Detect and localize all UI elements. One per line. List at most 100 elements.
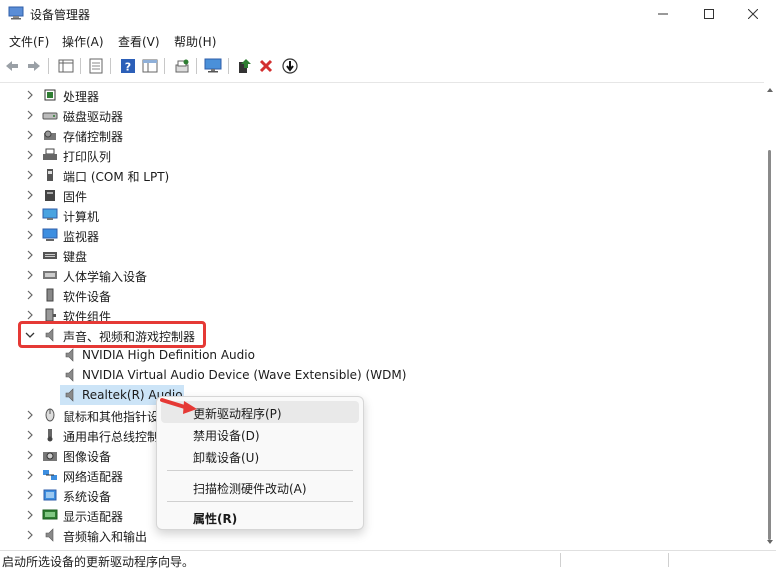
firmware-icon	[45, 190, 55, 201]
back-button[interactable]	[2, 56, 22, 76]
tree-category-item[interactable]: 图像设备	[0, 445, 764, 465]
chevron-right-icon[interactable]	[24, 289, 36, 301]
tree-category-item[interactable]: 打印队列	[0, 145, 764, 165]
toolbar-separator	[110, 58, 111, 74]
close-icon	[748, 9, 758, 19]
scan-hardware-button[interactable]	[172, 56, 192, 76]
menu-file[interactable]: 文件(F)	[9, 33, 49, 50]
window-title: 设备管理器	[30, 8, 91, 22]
tree-item-label: 网络适配器	[63, 470, 124, 484]
chevron-right-icon[interactable]	[24, 409, 36, 421]
tree-child-item[interactable]: NVIDIA High Definition Audio	[0, 345, 764, 365]
tree-category-item[interactable]: 键盘	[0, 245, 764, 265]
camera-icon	[43, 452, 57, 461]
tree-child-item[interactable]: Realtek(R) Audio	[0, 385, 764, 405]
tree-category-item[interactable]: 鼠标和其他指针设备	[0, 405, 764, 425]
tree-category-item[interactable]: 显示适配器	[0, 505, 764, 525]
view-pane-button[interactable]	[140, 56, 160, 76]
chevron-right-icon[interactable]	[24, 249, 36, 261]
uninstall-toolbar-button[interactable]	[256, 56, 276, 76]
show-hide-tree-button[interactable]	[56, 56, 76, 76]
close-button[interactable]	[730, 0, 776, 28]
chevron-right-icon[interactable]	[24, 169, 36, 181]
vertical-scrollbar[interactable]	[764, 82, 776, 550]
toolbar: ?	[0, 54, 776, 78]
uninstall-device-menu-item[interactable]: 卸载设备(U)	[161, 445, 359, 467]
chevron-right-icon[interactable]	[24, 149, 36, 161]
scroll-down-icon[interactable]	[766, 538, 774, 546]
menu-help[interactable]: 帮助(H)	[174, 33, 216, 50]
chevron-right-icon[interactable]	[24, 229, 36, 241]
chevron-right-icon[interactable]	[24, 529, 36, 541]
status-bar: 启动所选设备的更新驱动程序向导。	[0, 550, 776, 568]
chevron-right-icon[interactable]	[24, 189, 36, 201]
chevron-right-icon[interactable]	[24, 489, 36, 501]
menu-view[interactable]: 查看(V)	[118, 33, 160, 50]
device-manager-icon	[8, 6, 24, 20]
scroll-thumb[interactable]	[768, 150, 771, 540]
tree-item-label: 图像设备	[63, 450, 112, 464]
speaker-icon	[65, 348, 74, 362]
tree-item-label: 人体学输入设备	[63, 270, 148, 284]
display-adapter-icon	[42, 509, 58, 520]
menu-action[interactable]: 操作(A)	[62, 33, 104, 50]
forward-button[interactable]	[24, 56, 44, 76]
keyboard-icon	[43, 252, 57, 259]
chevron-right-icon[interactable]	[24, 449, 36, 461]
chevron-right-icon[interactable]	[24, 89, 36, 101]
update-driver-icon	[239, 59, 251, 73]
chevron-right-icon[interactable]	[24, 509, 36, 521]
disable-toolbar-button[interactable]	[280, 56, 300, 76]
pane-view-icon	[142, 59, 158, 73]
toolbar-separator	[80, 58, 81, 74]
chevron-right-icon[interactable]	[24, 429, 36, 441]
tree-category-item[interactable]: 处理器	[0, 85, 764, 105]
properties-menu-item[interactable]: 属性(R)	[161, 506, 359, 528]
tree-category-item[interactable]: 磁盘驱动器	[0, 105, 764, 125]
tree-category-item[interactable]: 系统设备	[0, 485, 764, 505]
title-bar: 设备管理器	[0, 0, 776, 28]
tree-category-item[interactable]: 监视器	[0, 225, 764, 245]
maximize-button[interactable]	[686, 0, 732, 28]
down-arrow-circle-icon	[282, 58, 298, 74]
chevron-right-icon[interactable]	[24, 209, 36, 221]
tree-item-label: 磁盘驱动器	[63, 110, 124, 124]
scan-hardware-icon	[175, 59, 189, 73]
context-menu: 更新驱动程序(P) 禁用设备(D) 卸载设备(U) 扫描检测硬件改动(A) 属性…	[156, 396, 364, 530]
chevron-right-icon[interactable]	[24, 309, 36, 321]
toolbar-separator	[228, 58, 229, 74]
svg-text:?: ?	[125, 61, 131, 74]
tree-category-item[interactable]: 网络适配器	[0, 465, 764, 485]
update-driver-toolbar-button[interactable]	[234, 56, 254, 76]
scroll-up-icon[interactable]	[766, 86, 774, 94]
tree-category-item[interactable]: 音频输入和输出	[0, 525, 764, 545]
software-component-icon	[45, 308, 56, 322]
scan-hardware-menu-item[interactable]: 扫描检测硬件改动(A)	[161, 476, 359, 498]
tree-category-item[interactable]: 计算机	[0, 205, 764, 225]
tree-child-item[interactable]: NVIDIA Virtual Audio Device (Wave Extens…	[0, 365, 764, 385]
chevron-right-icon[interactable]	[24, 109, 36, 121]
chevron-right-icon[interactable]	[24, 469, 36, 481]
tree-category-item[interactable]: 存储控制器	[0, 125, 764, 145]
minimize-button[interactable]	[640, 0, 686, 28]
tree-category-item[interactable]: 人体学输入设备	[0, 265, 764, 285]
help-button[interactable]: ?	[118, 56, 138, 76]
back-arrow-icon	[6, 61, 18, 71]
menu-separator	[167, 470, 353, 471]
tree-item-label: 监视器	[63, 230, 100, 244]
monitor-toolbar-button[interactable]	[203, 56, 223, 76]
disable-device-menu-item[interactable]: 禁用设备(D)	[161, 423, 359, 445]
red-highlight-box	[18, 321, 206, 348]
properties-toolbar-button[interactable]	[86, 56, 106, 76]
maximize-icon	[704, 9, 714, 19]
tree-category-item[interactable]: 端口 (COM 和 LPT)	[0, 165, 764, 185]
tree-category-item[interactable]: 固件	[0, 185, 764, 205]
tree-category-item[interactable]: 通用串行总线控制器	[0, 425, 764, 445]
chevron-right-icon[interactable]	[24, 129, 36, 141]
tree-item-label: 计算机	[63, 210, 100, 224]
tree-category-item[interactable]: 软件设备	[0, 285, 764, 305]
disk-drive-icon	[42, 112, 58, 120]
properties-sheet-icon	[89, 58, 103, 74]
toolbar-separator	[48, 58, 49, 74]
chevron-right-icon[interactable]	[24, 269, 36, 281]
